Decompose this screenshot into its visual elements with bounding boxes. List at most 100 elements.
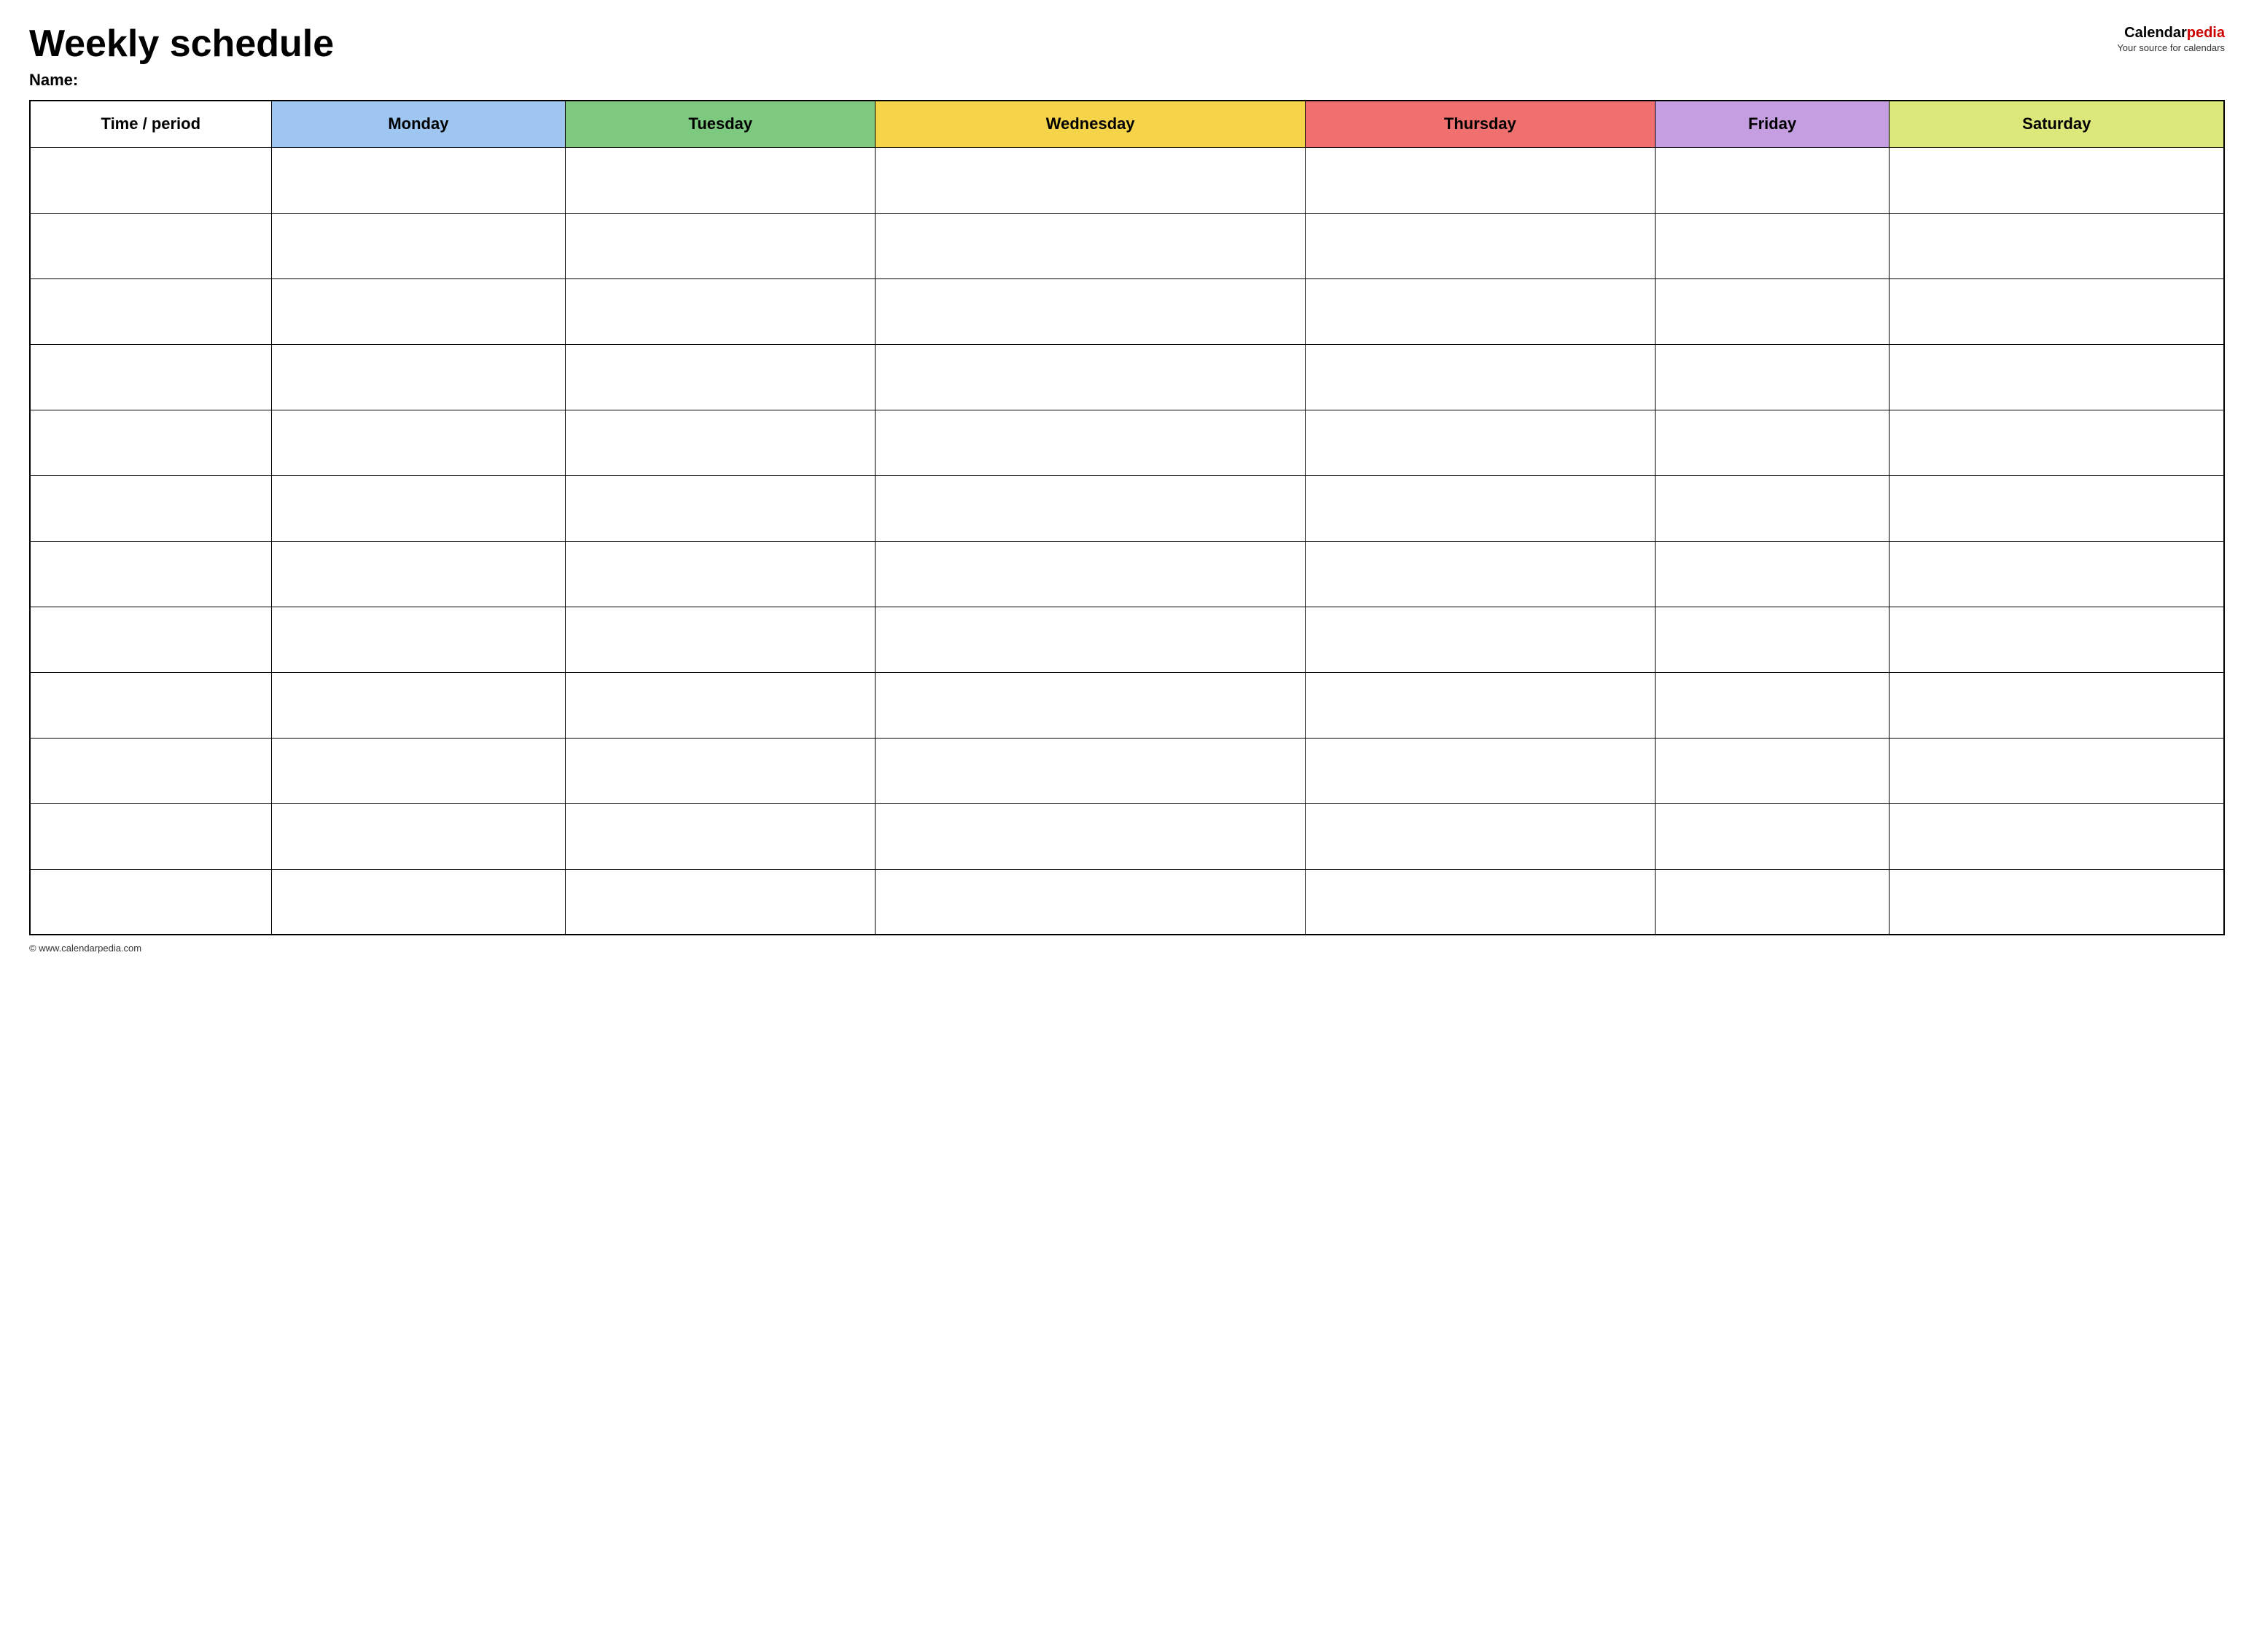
day-cell[interactable] xyxy=(1655,738,1890,803)
day-cell[interactable] xyxy=(1655,607,1890,672)
day-cell[interactable] xyxy=(566,278,876,344)
day-cell[interactable] xyxy=(1890,475,2224,541)
day-cell[interactable] xyxy=(1305,672,1655,738)
time-cell[interactable] xyxy=(30,475,271,541)
day-cell[interactable] xyxy=(1890,541,2224,607)
day-cell[interactable] xyxy=(566,541,876,607)
day-cell[interactable] xyxy=(1305,738,1655,803)
day-cell[interactable] xyxy=(566,803,876,869)
table-row xyxy=(30,147,2224,213)
day-cell[interactable] xyxy=(271,869,566,935)
table-row xyxy=(30,344,2224,410)
day-cell[interactable] xyxy=(566,344,876,410)
day-cell[interactable] xyxy=(271,541,566,607)
time-cell[interactable] xyxy=(30,213,271,278)
day-cell[interactable] xyxy=(876,410,1305,475)
col-header-monday: Monday xyxy=(271,101,566,147)
time-cell[interactable] xyxy=(30,869,271,935)
day-cell[interactable] xyxy=(1305,803,1655,869)
day-cell[interactable] xyxy=(271,672,566,738)
time-cell[interactable] xyxy=(30,541,271,607)
table-row xyxy=(30,475,2224,541)
day-cell[interactable] xyxy=(271,278,566,344)
day-cell[interactable] xyxy=(566,607,876,672)
day-cell[interactable] xyxy=(566,869,876,935)
day-cell[interactable] xyxy=(1890,672,2224,738)
brand-block: Calendarpedia Your source for calendars xyxy=(2117,23,2225,55)
day-cell[interactable] xyxy=(876,475,1305,541)
day-cell[interactable] xyxy=(271,344,566,410)
day-cell[interactable] xyxy=(1655,278,1890,344)
day-cell[interactable] xyxy=(566,410,876,475)
day-cell[interactable] xyxy=(271,738,566,803)
day-cell[interactable] xyxy=(1655,344,1890,410)
day-cell[interactable] xyxy=(566,738,876,803)
day-cell[interactable] xyxy=(1890,410,2224,475)
time-cell[interactable] xyxy=(30,410,271,475)
header-row: Time / period Monday Tuesday Wednesday T… xyxy=(30,101,2224,147)
day-cell[interactable] xyxy=(1305,278,1655,344)
day-cell[interactable] xyxy=(1655,213,1890,278)
time-cell[interactable] xyxy=(30,672,271,738)
day-cell[interactable] xyxy=(271,213,566,278)
day-cell[interactable] xyxy=(1305,607,1655,672)
day-cell[interactable] xyxy=(876,147,1305,213)
day-cell[interactable] xyxy=(271,803,566,869)
day-cell[interactable] xyxy=(876,541,1305,607)
time-cell[interactable] xyxy=(30,147,271,213)
day-cell[interactable] xyxy=(1305,541,1655,607)
day-cell[interactable] xyxy=(1305,147,1655,213)
day-cell[interactable] xyxy=(876,869,1305,935)
table-row xyxy=(30,278,2224,344)
col-header-thursday: Thursday xyxy=(1305,101,1655,147)
col-header-tuesday: Tuesday xyxy=(566,101,876,147)
day-cell[interactable] xyxy=(1305,410,1655,475)
day-cell[interactable] xyxy=(1655,147,1890,213)
day-cell[interactable] xyxy=(566,672,876,738)
day-cell[interactable] xyxy=(271,147,566,213)
day-cell[interactable] xyxy=(1655,475,1890,541)
day-cell[interactable] xyxy=(876,672,1305,738)
day-cell[interactable] xyxy=(1890,803,2224,869)
time-cell[interactable] xyxy=(30,607,271,672)
time-cell[interactable] xyxy=(30,278,271,344)
day-cell[interactable] xyxy=(1890,344,2224,410)
day-cell[interactable] xyxy=(1655,410,1890,475)
day-cell[interactable] xyxy=(1890,213,2224,278)
day-cell[interactable] xyxy=(1890,607,2224,672)
day-cell[interactable] xyxy=(1305,344,1655,410)
day-cell[interactable] xyxy=(876,738,1305,803)
footer: © www.calendarpedia.com xyxy=(29,943,2225,954)
day-cell[interactable] xyxy=(1305,869,1655,935)
day-cell[interactable] xyxy=(1890,278,2224,344)
day-cell[interactable] xyxy=(1655,672,1890,738)
col-header-time: Time / period xyxy=(30,101,271,147)
day-cell[interactable] xyxy=(1890,738,2224,803)
time-cell[interactable] xyxy=(30,803,271,869)
day-cell[interactable] xyxy=(1655,541,1890,607)
brand-tagline: Your source for calendars xyxy=(2117,42,2225,55)
day-cell[interactable] xyxy=(876,607,1305,672)
day-cell[interactable] xyxy=(876,278,1305,344)
day-cell[interactable] xyxy=(1890,869,2224,935)
col-header-friday: Friday xyxy=(1655,101,1890,147)
day-cell[interactable] xyxy=(1305,213,1655,278)
day-cell[interactable] xyxy=(1305,475,1655,541)
day-cell[interactable] xyxy=(876,213,1305,278)
day-cell[interactable] xyxy=(271,410,566,475)
day-cell[interactable] xyxy=(271,607,566,672)
time-cell[interactable] xyxy=(30,738,271,803)
page-title: Weekly schedule xyxy=(29,23,334,65)
day-cell[interactable] xyxy=(566,147,876,213)
table-row xyxy=(30,410,2224,475)
day-cell[interactable] xyxy=(1655,803,1890,869)
day-cell[interactable] xyxy=(566,213,876,278)
day-cell[interactable] xyxy=(876,803,1305,869)
time-cell[interactable] xyxy=(30,344,271,410)
day-cell[interactable] xyxy=(271,475,566,541)
day-cell[interactable] xyxy=(1655,869,1890,935)
day-cell[interactable] xyxy=(876,344,1305,410)
day-cell[interactable] xyxy=(1890,147,2224,213)
day-cell[interactable] xyxy=(566,475,876,541)
col-header-saturday: Saturday xyxy=(1890,101,2224,147)
